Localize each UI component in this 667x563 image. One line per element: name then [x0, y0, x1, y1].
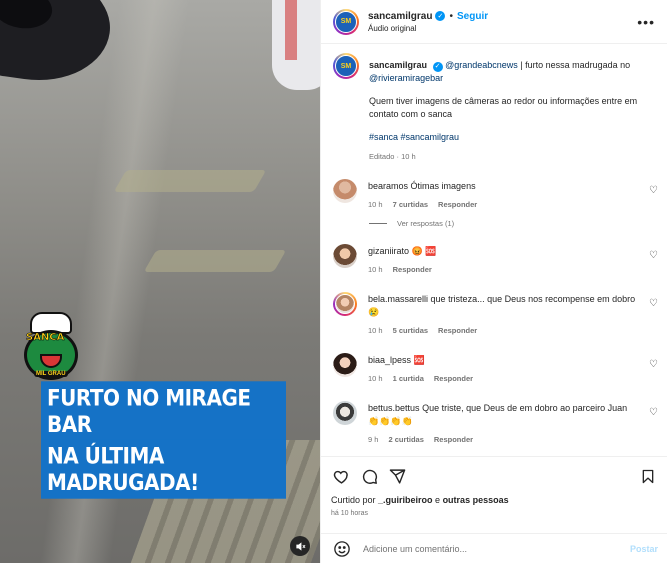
send-icon [389, 468, 405, 484]
comment-button[interactable] [359, 466, 379, 486]
comment-item: bettus.bettus Que triste, que Deus de em… [321, 401, 667, 446]
video-banner: FURTO NO MIRAGE BAR NA ÚLTIMA MADRUGADA! [41, 381, 286, 499]
commenter-avatar[interactable] [333, 353, 357, 377]
comment-item: bela.massarelli que tristeza... que Deus… [321, 292, 667, 337]
comment-username[interactable]: bela.massarelli [368, 294, 428, 304]
comment-likes[interactable]: 7 curtidas [393, 198, 428, 211]
comment-text: 🆘 [413, 355, 425, 365]
follow-button[interactable]: Seguir [457, 11, 488, 22]
view-replies-button[interactable]: Ver respostas (1) [369, 219, 667, 228]
post-viewer: SANCA MIL GRAU FURTO NO MIRAGE BAR NA ÚL… [0, 0, 667, 563]
comment-item: bearamos Ótimas imagens 10 h 7 curtidas … [321, 179, 667, 211]
caption-mention-link[interactable]: @grandeabcnews [445, 60, 518, 70]
comment-time[interactable]: 10 h [368, 324, 383, 337]
post-comment-button[interactable]: Postar [630, 544, 658, 554]
like-comment-icon[interactable]: ♡ [649, 359, 658, 370]
heart-icon [333, 470, 348, 484]
comment-text: Ótimas imagens [410, 181, 476, 191]
more-options-icon[interactable]: ••• [637, 14, 655, 30]
comment-username[interactable]: biaa_lpess [368, 355, 411, 365]
liked-by-user[interactable]: _.guiribeiroo [378, 495, 433, 505]
comment-time[interactable]: 10 h [368, 198, 383, 211]
logo-text: SANCA [26, 332, 65, 344]
comment-text: 😡 🆘 [411, 246, 437, 256]
comment-likes[interactable]: 2 curtidas [388, 433, 423, 446]
caption-mention-link[interactable]: @rivieramiragebar [369, 73, 443, 83]
comment-username[interactable]: gizaniirato [368, 246, 409, 256]
author-avatar[interactable]: SM [333, 8, 359, 35]
like-comment-icon[interactable]: ♡ [649, 298, 658, 309]
like-button[interactable] [331, 466, 351, 486]
banner-line-2: NA ÚLTIMA MADRUGADA! [41, 439, 286, 499]
logo-subtext: MIL GRAU [34, 371, 68, 377]
comment-time[interactable]: 9 h [368, 433, 378, 446]
like-comment-icon[interactable]: ♡ [649, 250, 658, 261]
like-comment-icon[interactable]: ♡ [649, 407, 658, 418]
caption-text: | furto nessa madrugada no [517, 60, 631, 70]
comment-likes[interactable]: 1 curtida [393, 372, 424, 385]
add-comment-bar: Postar [321, 533, 667, 563]
comment-item: gizaniirato 😡 🆘 10 h Responder ♡ [321, 244, 667, 276]
caption-username[interactable]: sancamilgrau [369, 60, 427, 70]
video-player[interactable]: SANCA MIL GRAU FURTO NO MIRAGE BAR NA ÚL… [0, 0, 320, 563]
car-shape [0, 0, 117, 90]
comment-time[interactable]: 10 h [368, 372, 383, 385]
reply-button[interactable]: Responder [438, 198, 477, 211]
reply-button[interactable]: Responder [434, 433, 473, 446]
verified-icon: ✓ [432, 61, 443, 72]
save-button[interactable] [638, 466, 658, 486]
share-button[interactable] [387, 466, 407, 486]
audio-label[interactable]: Áudio original [368, 24, 637, 33]
mute-button[interactable] [290, 536, 310, 556]
commenter-avatar[interactable] [333, 292, 357, 316]
comment-time[interactable]: 10 h [368, 263, 383, 276]
comments-scroll-area[interactable]: SM sancamilgrau ✓ @grandeabcnews | furto… [321, 45, 667, 455]
commenter-avatar[interactable] [333, 401, 357, 425]
comment-username[interactable]: bearamos [368, 181, 408, 191]
sanca-logo: SANCA MIL GRAU [22, 312, 80, 382]
post-actions: Curtido por _.guiribeiroo e outras pesso… [321, 456, 667, 517]
comment-likes[interactable]: 5 curtidas [393, 324, 428, 337]
reply-button[interactable]: Responder [438, 324, 477, 337]
view-replies-label: Ver respostas (1) [397, 219, 455, 228]
caption-hashtags[interactable]: #sanca #sancamilgrau [369, 131, 654, 144]
liked-by-others[interactable]: outras pessoas [443, 495, 509, 505]
bookmark-icon [642, 469, 654, 483]
speaker-muted-icon [295, 541, 305, 551]
banner-line-1: FURTO NO MIRAGE BAR [41, 381, 286, 441]
smiley-icon [334, 540, 350, 557]
post-header: SM sancamilgrau ✓ • Seguir Áudio origina… [321, 0, 667, 44]
like-comment-icon[interactable]: ♡ [649, 185, 658, 196]
comment-input[interactable] [363, 543, 630, 554]
comment-icon [362, 469, 377, 484]
author-username[interactable]: sancamilgrau [368, 11, 432, 22]
caption-meta: Editado · 10 h [369, 152, 416, 161]
comment-item: biaa_lpess 🆘 10 h 1 curtida Responder ♡ [321, 353, 667, 385]
caption-avatar[interactable]: SM [333, 53, 359, 79]
reply-button[interactable]: Responder [434, 372, 473, 385]
post-time[interactable]: há 10 horas [331, 510, 658, 517]
liked-by: Curtido por _.guiribeiroo e outras pesso… [331, 495, 509, 505]
commenter-avatar[interactable] [333, 244, 357, 268]
post-caption: SM sancamilgrau ✓ @grandeabcnews | furto… [321, 45, 667, 163]
verified-icon: ✓ [435, 11, 446, 21]
emoji-button[interactable] [333, 540, 351, 558]
post-panel: SM sancamilgrau ✓ • Seguir Áudio origina… [320, 0, 667, 563]
reply-button[interactable]: Responder [393, 263, 432, 276]
commenter-avatar[interactable] [333, 179, 357, 203]
caption-paragraph: Quem tiver imagens de câmeras ao redor o… [369, 96, 638, 119]
comment-username[interactable]: bettus.bettus [368, 403, 420, 413]
